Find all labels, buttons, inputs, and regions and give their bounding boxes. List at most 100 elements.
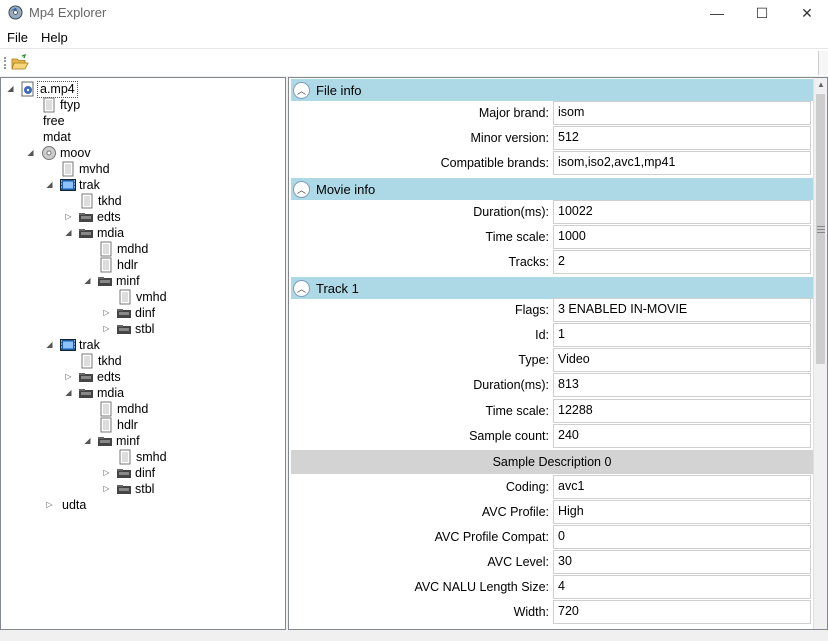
field-value[interactable]: isom,iso2,avc1,mp41 <box>553 151 811 175</box>
tree-node-moov[interactable]: ◢ moov <box>26 145 93 161</box>
field-value[interactable]: 512 <box>553 126 811 150</box>
box-icon <box>79 373 93 382</box>
field-value[interactable]: High <box>553 500 811 524</box>
tree-label: a.mp4 <box>37 80 78 98</box>
expand-arrow-icon[interactable]: ◢ <box>83 436 92 445</box>
field-value[interactable]: 1000 <box>553 225 811 249</box>
document-icon <box>100 241 112 257</box>
box-tree: ◢ a.mp4 ftyp free mdat ◢ moov mvhd ◢ tra… <box>0 77 286 630</box>
section-file-info[interactable]: ︿ File info <box>291 79 813 101</box>
tree-node-hdlr[interactable]: hdlr <box>98 417 140 433</box>
field-row: Type: Video <box>291 348 813 373</box>
tree-node-tkhd[interactable]: tkhd <box>79 353 124 369</box>
toolbar-overflow[interactable] <box>818 51 828 75</box>
field-value[interactable]: 10022 <box>553 200 811 224</box>
collapse-chevron-icon[interactable]: ︿ <box>293 279 310 297</box>
field-row: Flags: 3 ENABLED IN-MOVIE <box>291 298 813 323</box>
field-row: Tracks: 2 <box>291 250 813 275</box>
field-value[interactable]: 4 <box>553 575 811 599</box>
collapse-arrow-icon[interactable]: ▷ <box>64 212 73 221</box>
tree-node-mdia[interactable]: ◢ mdia <box>64 385 126 401</box>
expand-arrow-icon[interactable]: ◢ <box>26 148 35 157</box>
tree-node-minf[interactable]: ◢ minf <box>83 273 142 289</box>
tree-node-mdhd[interactable]: mdhd <box>98 241 150 257</box>
toolbar-grip[interactable] <box>4 57 7 69</box>
collapse-arrow-icon[interactable]: ▷ <box>102 468 111 477</box>
document-icon <box>100 417 112 433</box>
document-icon <box>43 97 55 113</box>
collapse-arrow-icon[interactable]: ▷ <box>45 500 54 509</box>
close-button[interactable]: ✕ <box>784 0 828 26</box>
expand-arrow-icon[interactable]: ◢ <box>64 388 73 397</box>
tree-node-dinf[interactable]: ▷ dinf <box>102 305 157 321</box>
field-row: AVC Profile: High <box>291 500 813 525</box>
field-value[interactable]: avc1 <box>553 475 811 499</box>
tree-node-minf[interactable]: ◢ minf <box>83 433 142 449</box>
collapse-arrow-icon[interactable]: ▷ <box>64 372 73 381</box>
box-icon <box>79 213 93 222</box>
tree-node-mdhd[interactable]: mdhd <box>98 401 150 417</box>
collapse-arrow-icon[interactable]: ▷ <box>102 308 111 317</box>
collapse-arrow-icon[interactable]: ▷ <box>102 484 111 493</box>
tree-node-vmhd[interactable]: vmhd <box>117 289 169 305</box>
tree-node-stbl[interactable]: ▷ stbl <box>102 321 156 337</box>
tree-node-dinf[interactable]: ▷ dinf <box>102 465 157 481</box>
status-bar <box>0 630 828 641</box>
tree-node-mvhd[interactable]: mvhd <box>60 161 112 177</box>
tree-node-mdat[interactable]: mdat <box>41 129 73 145</box>
box-icon <box>98 277 112 286</box>
document-icon <box>100 401 112 417</box>
collapse-arrow-icon[interactable]: ▷ <box>102 324 111 333</box>
menu-file[interactable]: File <box>7 30 28 45</box>
maximize-button[interactable]: ☐ <box>739 0 785 26</box>
section-track-1[interactable]: ︿ Track 1 <box>291 277 813 299</box>
box-icon <box>79 389 93 398</box>
field-value[interactable]: 30 <box>553 550 811 574</box>
tree-node-root[interactable]: ◢ a.mp4 <box>6 80 78 98</box>
field-value[interactable]: Video <box>553 348 811 372</box>
expand-arrow-icon[interactable]: ◢ <box>6 84 15 93</box>
field-value[interactable]: isom <box>553 101 811 125</box>
tree-node-mdia[interactable]: ◢ mdia <box>64 225 126 241</box>
expand-arrow-icon[interactable]: ◢ <box>64 228 73 237</box>
window-title: Mp4 Explorer <box>29 5 107 20</box>
box-icon <box>117 469 131 478</box>
open-folder-icon[interactable] <box>11 54 29 72</box>
expand-arrow-icon[interactable]: ◢ <box>45 180 54 189</box>
field-value[interactable]: 240 <box>553 424 811 448</box>
tree-node-hdlr[interactable]: hdlr <box>98 257 140 273</box>
box-icon <box>117 485 131 494</box>
collapse-chevron-icon[interactable]: ︿ <box>293 180 310 198</box>
menu-help[interactable]: Help <box>41 30 68 45</box>
tree-node-smhd[interactable]: smhd <box>117 449 169 465</box>
box-icon <box>117 325 131 334</box>
tree-node-free[interactable]: free <box>41 113 67 129</box>
expand-arrow-icon[interactable]: ◢ <box>45 340 54 349</box>
tree-node-stbl[interactable]: ▷ stbl <box>102 481 156 497</box>
field-row: Width: 720 <box>291 600 813 625</box>
field-value[interactable]: 0 <box>553 525 811 549</box>
field-value[interactable]: 1 <box>553 323 811 347</box>
vertical-scrollbar[interactable]: ▲ <box>813 78 827 629</box>
field-value[interactable]: 12288 <box>553 399 811 423</box>
field-value[interactable]: 813 <box>553 373 811 397</box>
tree-node-trak[interactable]: ◢ trak <box>45 177 102 193</box>
expand-arrow-icon[interactable]: ◢ <box>83 276 92 285</box>
sample-description-header: Sample Description 0 <box>291 450 813 474</box>
tree-node-udta[interactable]: ▷ udta <box>45 497 88 513</box>
tree-node-trak[interactable]: ◢ trak <box>45 337 102 353</box>
field-value[interactable]: 720 <box>553 600 811 624</box>
collapse-chevron-icon[interactable]: ︿ <box>293 81 310 99</box>
section-movie-info[interactable]: ︿ Movie info <box>291 178 813 200</box>
tree-node-tkhd[interactable]: tkhd <box>79 193 124 209</box>
details-panel: ︿ File info Major brand: isom Minor versi… <box>288 77 828 630</box>
field-value[interactable]: 3 ENABLED IN-MOVIE <box>553 298 811 322</box>
scroll-up-icon[interactable]: ▲ <box>814 78 827 92</box>
field-value[interactable]: 2 <box>553 250 811 274</box>
tree-node-ftyp[interactable]: ftyp <box>41 97 82 113</box>
document-icon <box>119 289 131 305</box>
tree-node-edts[interactable]: ▷ edts <box>64 209 123 225</box>
tree-node-edts[interactable]: ▷ edts <box>64 369 123 385</box>
document-icon <box>62 161 74 177</box>
minimize-button[interactable]: — <box>694 0 740 26</box>
